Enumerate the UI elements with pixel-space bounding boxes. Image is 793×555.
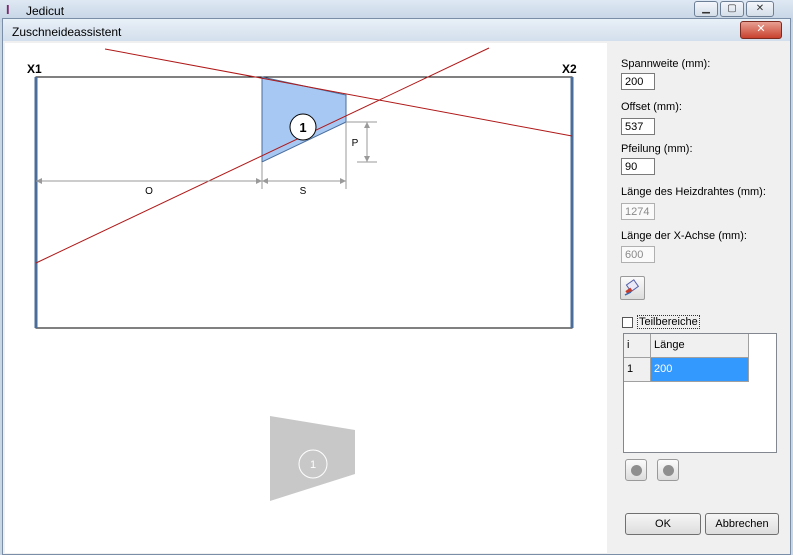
circle-icon	[663, 465, 674, 476]
piece-number-label: 1	[299, 120, 306, 135]
remove-row-button[interactable]	[625, 459, 647, 481]
dim-s-arrow-left	[262, 178, 268, 184]
x1-label: X1	[27, 62, 42, 76]
dim-p-arrow-top	[364, 122, 370, 128]
apply-tool-button[interactable]	[620, 276, 645, 300]
spannweite-input[interactable]	[621, 73, 655, 90]
teilbereiche-label: Teilbereiche	[637, 315, 700, 329]
sections-table[interactable]: i Länge 1 200	[623, 333, 777, 453]
ok-button[interactable]: OK	[625, 513, 701, 535]
dialog-titlebar: Zuschneideassistent ✕	[3, 19, 790, 41]
minimize-button[interactable]: ▁	[694, 1, 718, 17]
cutting-assistant-dialog: Zuschneideassistent ✕ O S P 1 X1 X2 1 Sp…	[2, 18, 791, 555]
dialog-title: Zuschneideassistent	[12, 25, 122, 39]
outer-window-title: Jedicut	[26, 4, 65, 18]
dim-o-label: O	[145, 186, 153, 197]
heizdraht-label: Länge des Heizdrahtes (mm):	[621, 186, 766, 198]
dim-p-label: P	[352, 138, 359, 149]
spannweite-label: Spannweite (mm):	[621, 58, 711, 70]
offset-label: Offset (mm):	[621, 101, 682, 113]
cancel-button[interactable]: Abbrechen	[705, 513, 779, 535]
circle-icon	[631, 465, 642, 476]
maximize-button[interactable]: ▢	[720, 1, 744, 17]
diagram-svg: O S P 1 X1 X2 1	[27, 47, 577, 501]
dialog-close-button[interactable]: ✕	[740, 21, 782, 39]
table-cell-laenge[interactable]: 200	[651, 358, 749, 382]
pfeilung-label: Pfeilung (mm):	[621, 143, 693, 155]
diagram-canvas: O S P 1 X1 X2 1	[5, 43, 607, 553]
pfeilung-input[interactable]	[621, 158, 655, 175]
outer-close-button[interactable]: ✕	[746, 1, 774, 17]
dim-o-arrow-right	[256, 178, 262, 184]
eraser-brush-icon	[624, 279, 640, 296]
table-cell-i[interactable]: 1	[624, 358, 651, 382]
xachse-label: Länge der X-Achse (mm):	[621, 230, 747, 242]
jedicut-logo-icon: I	[6, 2, 10, 17]
dim-s-label: S	[300, 186, 307, 197]
preview-number-label: 1	[310, 459, 316, 471]
add-row-button[interactable]	[657, 459, 679, 481]
dim-s-arrow-right	[340, 178, 346, 184]
offset-input[interactable]	[621, 118, 655, 135]
heizdraht-input	[621, 203, 655, 220]
table-header-laenge[interactable]: Länge	[651, 334, 749, 358]
table-header-i[interactable]: i	[624, 334, 651, 358]
dim-p-arrow-bottom	[364, 156, 370, 162]
xachse-input	[621, 246, 655, 263]
x2-label: X2	[562, 62, 577, 76]
teilbereiche-checkbox[interactable]	[622, 317, 633, 328]
